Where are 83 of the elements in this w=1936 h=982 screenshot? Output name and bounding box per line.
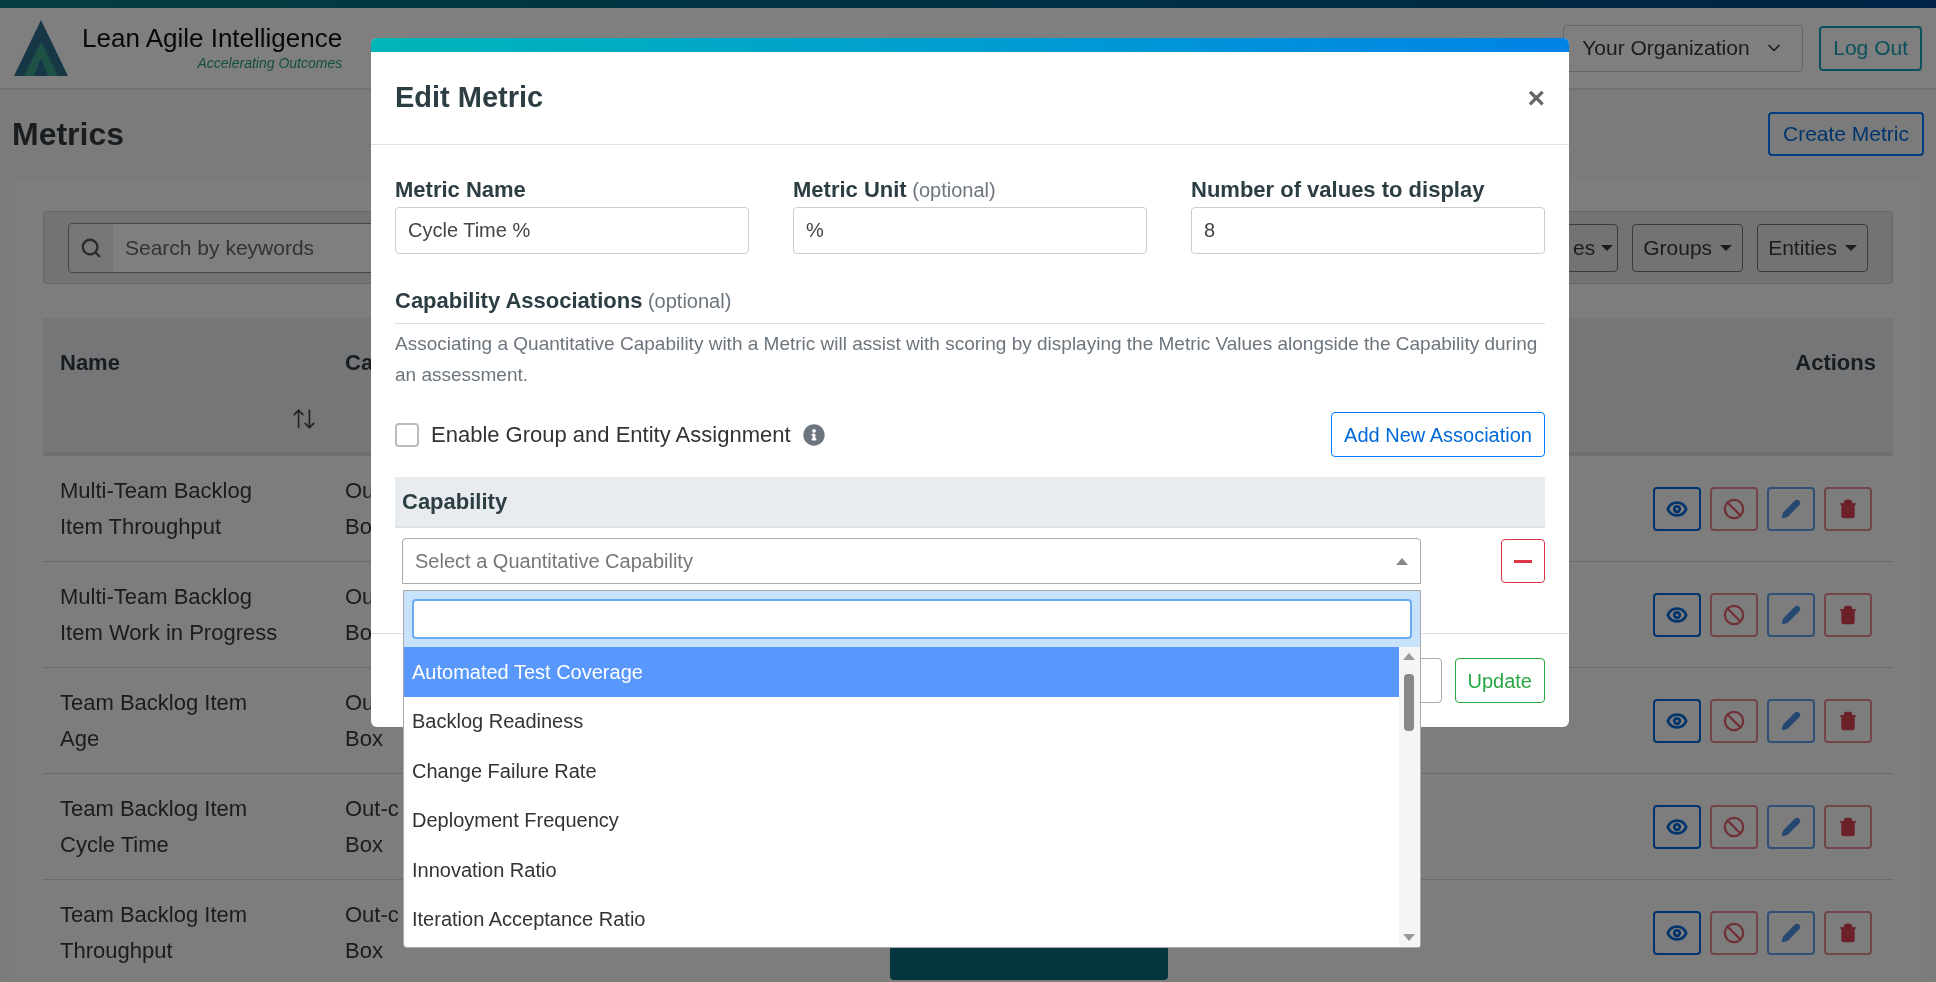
remove-button[interactable] — [1501, 539, 1545, 583]
checkbox[interactable] — [395, 422, 419, 447]
ban-icon — [1723, 497, 1745, 520]
table-cell-text: Multi-Team Backlog Item Throughput — [60, 476, 253, 541]
caret-icon — [1396, 557, 1408, 565]
edit-button[interactable] — [1767, 698, 1815, 743]
delete-button[interactable] — [1824, 910, 1872, 955]
ban-icon — [1723, 815, 1745, 838]
page-title: Metrics — [12, 115, 125, 154]
dropdown-option[interactable]: Backlog Readiness — [404, 696, 1399, 746]
capability-select[interactable]: Select a Quantitative Capability — [402, 538, 1421, 584]
view-button[interactable] — [1653, 592, 1701, 637]
filter-dropdown[interactable]: Groups — [1632, 223, 1744, 272]
ban-icon — [1723, 603, 1745, 626]
trash-icon — [1838, 816, 1858, 837]
column-header: Actions — [1795, 349, 1876, 377]
trash-icon — [1838, 710, 1858, 731]
view-button[interactable] — [1653, 910, 1701, 955]
info-icon[interactable] — [802, 423, 825, 446]
create-metric-button[interactable]: Create Metric — [1767, 112, 1924, 156]
dropdown-option[interactable]: Iteration Acceptance Ratio — [404, 894, 1399, 944]
dropdown-search-field[interactable] — [412, 599, 1412, 639]
edit-button[interactable] — [1767, 486, 1815, 531]
pencil-icon — [1781, 604, 1801, 625]
disable-button[interactable] — [1710, 486, 1758, 531]
close-button[interactable]: × — [1527, 83, 1545, 113]
table-cell-text: Out-c Box — [345, 900, 399, 965]
disable-button[interactable] — [1710, 698, 1758, 743]
table-cell-text: Multi-Team Backlog Item Work in Progress — [60, 582, 279, 647]
column-header: Name — [60, 349, 120, 377]
edit-button[interactable] — [1767, 592, 1815, 637]
delete-button[interactable] — [1824, 804, 1872, 849]
trash-icon — [1838, 604, 1858, 625]
field-label: Metric Name — [395, 176, 527, 204]
modal-title: Edit Metric — [395, 80, 544, 116]
view-button[interactable] — [1653, 804, 1701, 849]
trash-icon — [1838, 498, 1858, 519]
dropdown-option[interactable]: Change Failure Rate — [404, 746, 1399, 796]
edit-button[interactable] — [1767, 804, 1815, 849]
table-cell-text: Team Backlog Item Age — [60, 688, 249, 753]
text-field[interactable]: 8 — [1191, 207, 1545, 254]
update-button[interactable]: Update — [1454, 658, 1545, 703]
caret-icon — [1601, 244, 1614, 251]
ban-icon — [1723, 709, 1745, 732]
dropdown-option[interactable]: Automated Test Coverage — [404, 647, 1399, 697]
view-button[interactable] — [1653, 486, 1701, 531]
checkbox-label: Enable Group and Entity Assignment — [431, 421, 791, 449]
filter-dropdown[interactable]: Entities — [1757, 223, 1868, 272]
caret-icon — [1720, 244, 1733, 251]
logo-title: Lean Agile Intelligence — [82, 22, 343, 53]
minus-icon — [1514, 559, 1532, 563]
delete-button[interactable] — [1824, 486, 1872, 531]
table-cell-text: Team Backlog Item Cycle Time — [60, 794, 249, 859]
view-button[interactable] — [1653, 698, 1701, 743]
delete-button[interactable] — [1824, 698, 1872, 743]
add-association-button[interactable]: Add New Association — [1331, 412, 1545, 457]
trash-icon — [1838, 922, 1858, 943]
field-label: Number of values to display — [1191, 176, 1486, 204]
search-icon — [80, 236, 102, 259]
ban-icon — [1723, 921, 1745, 944]
disable-button[interactable] — [1710, 804, 1758, 849]
disable-button[interactable] — [1710, 910, 1758, 955]
dropdown-option[interactable]: Innovation Ratio — [404, 845, 1399, 895]
pencil-icon — [1781, 710, 1801, 731]
pencil-icon — [1781, 498, 1801, 519]
pencil-icon — [1781, 922, 1801, 943]
logo-subtitle: Accelerating Outcomes — [197, 53, 343, 73]
pencil-icon — [1781, 816, 1801, 837]
field-label: Metric Unit (optional) — [793, 176, 997, 204]
logo-icon — [14, 20, 68, 76]
edit-button[interactable] — [1767, 910, 1815, 955]
text-field[interactable]: Cycle Time % — [395, 207, 749, 254]
section-description: Associating a Quantitative Capability with a Metric will assist with scoring by displaying the Metric Values alongside the Capability during an assessment. — [395, 332, 1539, 387]
disable-button[interactable] — [1710, 592, 1758, 637]
caret-icon — [1845, 244, 1857, 251]
scrollbar[interactable] — [1399, 647, 1420, 947]
dropdown-option[interactable]: Deployment Frequency — [404, 795, 1399, 845]
section-title: Capability Associations (optional) — [395, 288, 732, 313]
text-field[interactable]: % — [793, 207, 1147, 254]
delete-button[interactable] — [1824, 592, 1872, 637]
table-cell-text: Out-c Box — [345, 794, 399, 859]
table-header: Capability — [395, 477, 1545, 528]
table-cell-text: Team Backlog Item Throughput — [60, 900, 249, 965]
